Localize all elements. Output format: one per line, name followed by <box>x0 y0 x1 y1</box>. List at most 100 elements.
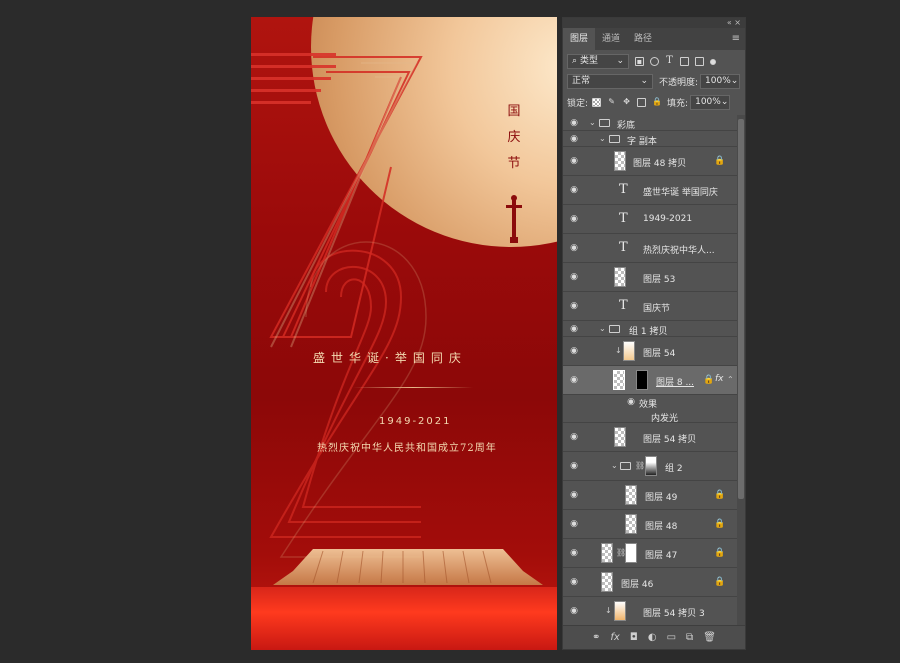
fx-badge[interactable]: fx <box>715 374 724 384</box>
layer-row[interactable]: ◉ ⛓ 图层 47 🔒 <box>563 539 737 568</box>
eye-icon[interactable]: ◉ <box>568 323 580 335</box>
image-filter-icon[interactable]: ▪ <box>635 57 644 66</box>
eye-icon[interactable]: ◉ <box>568 213 580 225</box>
tab-paths[interactable]: 路径 <box>627 28 659 50</box>
eye-icon[interactable]: ◉ <box>568 300 580 312</box>
layer-thumbnail <box>614 151 626 171</box>
layer-row-selected[interactable]: ◉ 图层 8 ... 🔒 fx ⌃ <box>563 366 737 395</box>
layer-row[interactable]: ◉ T 盛世华诞 举国同庆 <box>563 176 737 205</box>
eye-icon[interactable]: ◉ <box>568 547 580 559</box>
new-group-icon[interactable]: ▭ <box>667 632 676 643</box>
lock-icon: 🔒 <box>714 548 726 558</box>
layer-row[interactable]: ◉ ⌄ 组 1 拷贝 <box>563 321 737 337</box>
eye-icon[interactable]: ◉ <box>568 460 580 472</box>
chevron-down-icon[interactable]: ⌄ <box>611 461 618 470</box>
lock-artboard-icon[interactable] <box>637 98 647 107</box>
tab-layers[interactable]: 图层 <box>563 28 596 50</box>
link-layers-icon[interactable]: ⚭ <box>592 632 600 643</box>
link-icon: ⛓ <box>635 461 646 470</box>
lock-brush-icon[interactable]: ✎ <box>607 98 616 107</box>
trash-icon[interactable]: 🗑 <box>703 632 716 643</box>
blend-mode-select[interactable]: 正常 ⌄ <box>567 74 653 89</box>
layer-name: 图层 48 <box>645 522 678 532</box>
smart-object-filter-icon[interactable] <box>695 57 704 66</box>
layer-mask-thumbnail[interactable] <box>625 543 637 563</box>
layer-thumbnail <box>623 341 635 361</box>
layer-name: 图层 54 拷贝 3 <box>643 609 705 619</box>
layer-row[interactable]: ◉ T 1949-2021 <box>563 205 737 234</box>
fx-icon[interactable]: fx <box>610 632 619 643</box>
layer-row[interactable]: ◉ 图层 48 🔒 <box>563 510 737 539</box>
eye-icon[interactable]: ◉ <box>568 605 580 617</box>
layer-thumbnail <box>614 601 626 621</box>
eye-icon[interactable]: ◉ <box>568 489 580 501</box>
eye-icon[interactable]: ◉ <box>568 271 580 283</box>
chevron-down-icon[interactable]: ⌄ <box>589 118 596 127</box>
layer-row[interactable]: ◉ ↓ 图层 54 <box>563 337 737 366</box>
filter-kind-select[interactable]: ⌕ 类型 ⌄ <box>567 54 629 69</box>
shape-filter-icon[interactable] <box>680 57 689 66</box>
layer-row[interactable]: ◉ T 热烈庆祝中华人... <box>563 234 737 263</box>
opacity-field[interactable]: 100% ⌄ <box>700 74 741 89</box>
folder-icon <box>620 462 631 470</box>
opacity-label: 不透明度: <box>659 78 699 88</box>
document-canvas[interactable]: 国 庆 节 盛世华诞·举国同庆 1949-2021 热烈庆祝中华人民共和国成立7… <box>251 17 557 650</box>
effects-row[interactable]: ◉ 效果 <box>563 395 737 410</box>
panel-collapse-bar[interactable]: « × <box>563 18 745 28</box>
huabiao-pillar-icon <box>506 195 522 243</box>
layer-row[interactable]: ◉ ⌄ 字 副本 <box>563 131 737 147</box>
fill-value: 100% <box>695 97 721 107</box>
chevron-up-icon[interactable]: ⌃ <box>727 375 734 384</box>
filter-toggle-icon[interactable] <box>710 58 716 65</box>
eye-icon[interactable]: ◉ <box>568 374 580 386</box>
layer-row[interactable]: ◉ ⌄ ⛓ 组 2 <box>563 452 737 481</box>
layer-row[interactable]: ◉ 图层 53 <box>563 263 737 292</box>
eye-icon[interactable]: ◉ <box>568 133 580 145</box>
eye-icon[interactable]: ◉ <box>568 117 580 129</box>
adjustment-filter-icon[interactable] <box>650 57 659 66</box>
lock-icon: 🔒 <box>714 156 726 166</box>
panel-menu-icon[interactable]: ≡ <box>732 28 745 50</box>
eye-icon[interactable]: ◉ <box>568 345 580 357</box>
eye-icon[interactable]: ◉ <box>568 184 580 196</box>
layer-name: 组 1 拷贝 <box>629 327 668 337</box>
eye-icon[interactable]: ◉ <box>625 396 637 408</box>
layers-bottom-toolbar: ⚭ fx ◘ ◐ ▭ ⧉ 🗑 <box>563 625 745 649</box>
chevron-down-icon: ⌄ <box>730 76 739 86</box>
layer-row[interactable]: ◉ ⌄ 彩底 <box>563 115 737 131</box>
new-layer-icon[interactable]: ⧉ <box>686 632 693 643</box>
tab-channels[interactable]: 通道 <box>595 28 627 50</box>
lock-move-icon[interactable]: ✥ <box>622 98 631 107</box>
layer-row[interactable]: ◉ 图层 48 拷贝 🔒 <box>563 147 737 176</box>
eye-icon[interactable]: ◉ <box>568 155 580 167</box>
layer-row[interactable]: ◉ 图层 54 拷贝 <box>563 423 737 452</box>
layer-row[interactable]: ◉ 图层 46 🔒 <box>563 568 737 597</box>
chevron-down-icon[interactable]: ⌄ <box>599 324 606 333</box>
layer-row[interactable]: ◉ T 国庆节 <box>563 292 737 321</box>
eye-icon[interactable]: ◉ <box>568 431 580 443</box>
eye-icon[interactable]: ◉ <box>568 242 580 254</box>
layer-row[interactable]: ◉ 图层 49 🔒 <box>563 481 737 510</box>
fill-field[interactable]: 100% ⌄ <box>690 95 731 110</box>
add-mask-icon[interactable]: ◘ <box>630 632 638 643</box>
layer-name: 图层 48 拷贝 <box>633 159 687 169</box>
lock-transparency-icon[interactable] <box>592 98 602 107</box>
layer-row[interactable]: ◉ ↓ 图层 54 拷贝 3 <box>563 597 737 625</box>
lock-all-icon[interactable]: 🔒 <box>652 98 662 107</box>
adjustment-layer-icon[interactable]: ◐ <box>648 632 657 643</box>
layers-scrollbar[interactable] <box>737 115 745 625</box>
effect-item-row[interactable]: 内发光 <box>563 409 737 424</box>
layer-name: 彩底 <box>617 121 636 131</box>
eye-icon[interactable]: ◉ <box>568 576 580 588</box>
blend-mode-value: 正常 <box>572 76 591 86</box>
type-filter-icon[interactable]: T <box>665 56 674 66</box>
blend-row: 正常 ⌄ 不透明度: 100% ⌄ <box>563 74 745 89</box>
scrollbar-thumb[interactable] <box>738 119 744 499</box>
folder-icon <box>609 135 620 143</box>
eye-icon[interactable]: ◉ <box>568 518 580 530</box>
layer-mask-thumbnail[interactable] <box>636 370 648 390</box>
chevron-down-icon[interactable]: ⌄ <box>599 134 606 143</box>
poster-slogan: 盛世华诞·举国同庆 <box>313 351 467 365</box>
group-mask-thumbnail[interactable] <box>645 456 657 476</box>
text-layer-icon: T <box>619 211 628 226</box>
